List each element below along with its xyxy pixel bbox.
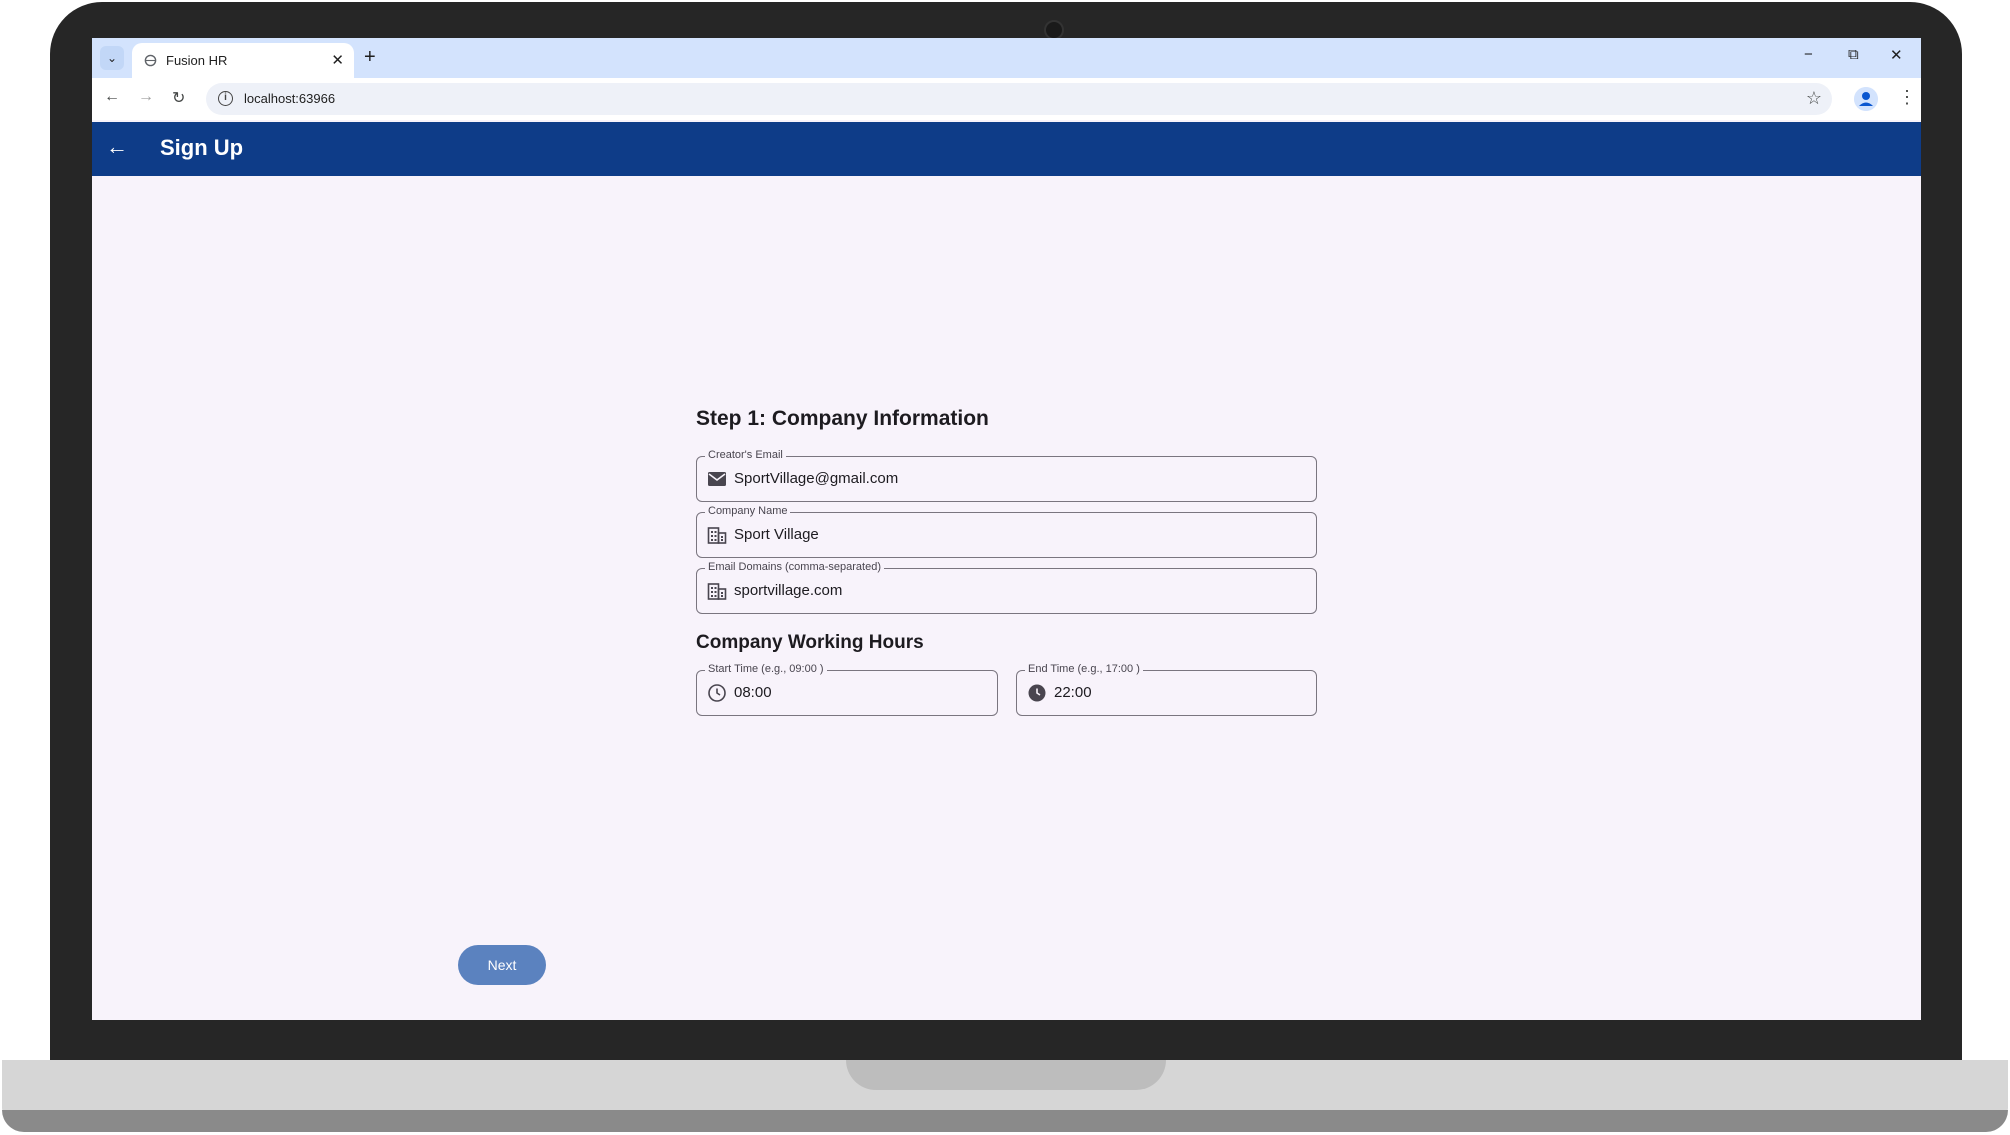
browser-back-icon[interactable]: ← <box>104 88 120 106</box>
profile-icon[interactable] <box>1854 87 1878 111</box>
browser-tab-strip: ⌄ Fusion HR ✕ + − ⧉ ✕ <box>92 38 1921 78</box>
site-info-icon[interactable]: i <box>218 91 233 106</box>
restore-icon[interactable]: ⧉ <box>1848 46 1859 63</box>
start-time-label: Start Time (e.g., 09:00 ) <box>705 663 827 675</box>
tab-search-icon[interactable]: ⌄ <box>100 46 124 70</box>
start-time-field[interactable]: Start Time (e.g., 09:00 ) 08:00 <box>696 663 998 716</box>
reload-icon[interactable]: ↻ <box>172 88 185 108</box>
app-bar: ← Sign Up <box>92 122 1921 176</box>
stage: ⌄ Fusion HR ✕ + − ⧉ ✕ ← → ↻ i localhost:… <box>0 0 2010 1135</box>
tab-title: Fusion HR <box>166 53 228 68</box>
start-time-value: 08:00 <box>734 684 772 701</box>
page-title: Sign Up <box>160 135 244 160</box>
favicon-icon <box>144 54 157 67</box>
step-title: Step 1: Company Information <box>696 407 989 430</box>
minimize-icon[interactable]: − <box>1804 46 1813 63</box>
creator-email-field[interactable]: Creator's Email SportVillage@gmail.com <box>696 449 1317 502</box>
browser-menu-icon[interactable]: ⋮ <box>1898 88 1916 106</box>
email-domains-label: Email Domains (comma-separated) <box>705 561 884 573</box>
screen: ⌄ Fusion HR ✕ + − ⧉ ✕ ← → ↻ i localhost:… <box>92 38 1921 1020</box>
mail-icon <box>708 472 726 486</box>
clock-outline-icon <box>708 684 726 702</box>
building-icon <box>707 583 727 600</box>
browser-toolbar: ← → ↻ i localhost:63966 ☆ ⋮ <box>92 78 1921 120</box>
end-time-field[interactable]: End Time (e.g., 17:00 ) 22:00 <box>1016 663 1317 716</box>
back-arrow-icon[interactable]: ← <box>106 134 128 160</box>
company-name-field[interactable]: Company Name Sport Village <box>696 505 1317 558</box>
laptop-notch <box>846 1060 1166 1090</box>
email-domains-field[interactable]: Email Domains (comma-separated) sportvil… <box>696 561 1317 614</box>
address-bar[interactable]: i localhost:63966 ☆ <box>206 83 1832 115</box>
next-button[interactable]: Next <box>458 945 546 985</box>
url-text: localhost:63966 <box>244 91 336 106</box>
email-domains-value: sportvillage.com <box>734 582 843 599</box>
creator-email-label: Creator's Email <box>705 449 786 461</box>
clock-filled-icon <box>1028 684 1046 702</box>
new-tab-icon[interactable]: + <box>364 46 376 68</box>
bookmark-star-icon[interactable]: ☆ <box>1806 88 1822 109</box>
window-close-icon[interactable]: ✕ <box>1890 46 1903 64</box>
laptop-camera <box>1044 20 1064 40</box>
creator-email-value: SportVillage@gmail.com <box>734 470 899 487</box>
company-name-value: Sport Village <box>734 526 819 543</box>
end-time-value: 22:00 <box>1054 684 1092 701</box>
browser-forward-icon[interactable]: → <box>138 88 154 106</box>
browser-tab[interactable]: Fusion HR ✕ <box>132 43 354 78</box>
working-hours-title: Company Working Hours <box>696 632 924 653</box>
laptop-base-edge <box>2 1110 2008 1132</box>
company-name-label: Company Name <box>705 505 791 517</box>
tab-close-icon[interactable]: ✕ <box>331 51 344 69</box>
end-time-label: End Time (e.g., 17:00 ) <box>1025 663 1143 675</box>
building-icon <box>707 527 727 544</box>
